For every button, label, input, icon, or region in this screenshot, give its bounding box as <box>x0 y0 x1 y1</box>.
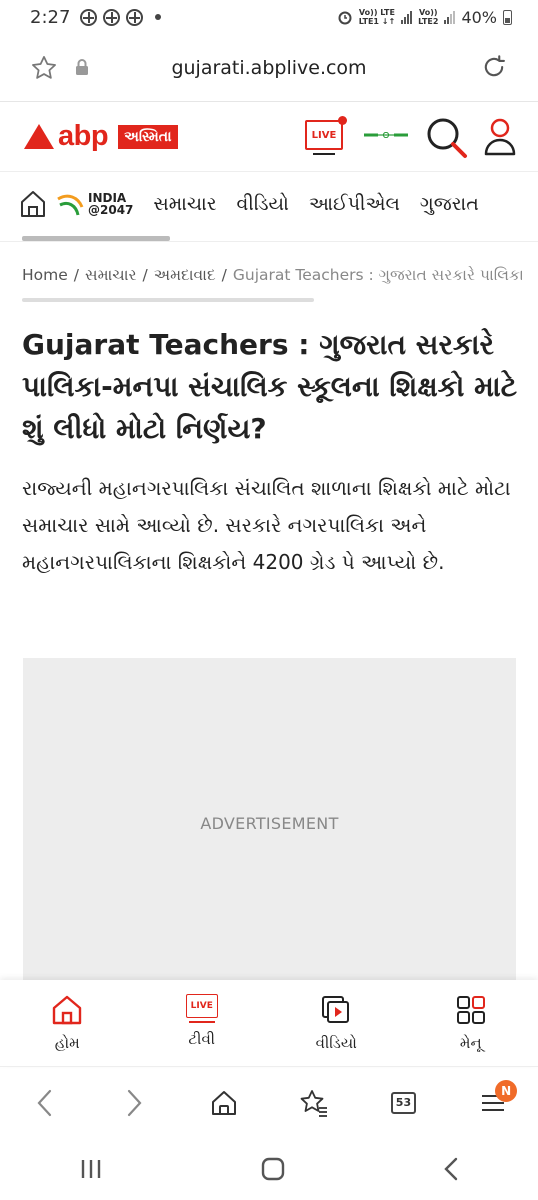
live-tv-icon: LIVE <box>185 994 218 1023</box>
live-tv-button[interactable]: LIVE <box>305 116 347 155</box>
breadcrumb-scroll-indicator <box>22 298 314 302</box>
system-navigation-bar <box>0 1138 538 1200</box>
bookmark-star-icon <box>300 1089 327 1117</box>
lock-icon[interactable] <box>74 58 90 76</box>
reload-icon[interactable] <box>480 53 508 81</box>
breadcrumb-current: Gujarat Teachers : ગુજરાત સરકારે પાલિકા <box>232 266 522 284</box>
signal-icon <box>444 10 456 24</box>
nav-item-ipl[interactable]: આઈપીએલ <box>309 193 400 215</box>
system-back-icon[interactable] <box>443 1157 459 1181</box>
url-text[interactable]: gujarati.abplive.com <box>171 57 366 79</box>
article-summary: રાજ્યની મહાનગરપાલિકા સંચાલિત શાળાના શિક્… <box>22 476 511 574</box>
network-lte1: Vo)) LTE LTE1 ↓↑ <box>358 8 396 26</box>
alarm-icon <box>338 11 352 25</box>
browser-toolbar: 53 N <box>0 1066 538 1138</box>
status-time: 2:27 <box>30 6 71 28</box>
browser-home-button[interactable] <box>194 1078 254 1128</box>
advertisement-slot[interactable]: ADVERTISEMENT <box>23 658 516 988</box>
nav-scroll-indicator <box>22 236 170 241</box>
app-bottom-nav: હોમ LIVE ટીવી વીડિયો મેનૂ <box>0 980 538 1066</box>
battery-percent: 40% <box>461 7 497 27</box>
home-icon <box>53 995 82 1025</box>
category-nav: INDIA @2047 સમાચાર વીડિયો આઈપીએલ ગુજરાત <box>0 172 538 242</box>
site-header: abp અસ્મિતા LIVE <box>0 102 538 172</box>
tabs-button[interactable]: 53 <box>373 1078 433 1128</box>
article-headline: Gujarat Teachers : ગુજરાત સરકારે પાલિકા-… <box>22 328 518 445</box>
notification-icon <box>80 8 98 26</box>
chevron-left-icon <box>37 1089 51 1116</box>
user-icon[interactable] <box>482 116 518 158</box>
battery-icon <box>503 9 512 25</box>
recent-apps-icon[interactable] <box>79 1158 103 1180</box>
menu-notification-badge: N <box>495 1079 518 1102</box>
nav-item-gujarat[interactable]: ગુજરાત <box>420 193 479 215</box>
chevron-right-icon <box>128 1089 142 1116</box>
tabs-count: 53 <box>390 1091 416 1114</box>
forward-button[interactable] <box>104 1078 164 1128</box>
home-icon[interactable] <box>20 190 46 218</box>
signal-icon <box>401 10 413 24</box>
grid-menu-icon <box>456 996 485 1024</box>
abp-logo[interactable]: abp અસ્મિતા <box>24 120 178 153</box>
address-bar[interactable]: gujarati.abplive.com <box>0 34 538 102</box>
status-bar: 2:27 Vo)) LTE LTE1 ↓↑ Vo)) LTE2 40% <box>0 0 538 34</box>
bookmarks-button[interactable] <box>284 1078 344 1128</box>
app-nav-video[interactable]: વીડિયો <box>281 994 391 1052</box>
breadcrumb-samachar[interactable]: સમાચાર <box>85 266 137 284</box>
app-nav-tv[interactable]: LIVE ટીવી <box>147 994 257 1048</box>
more-notifications-icon <box>155 14 162 20</box>
browser-menu-button[interactable]: N <box>463 1078 523 1128</box>
app-nav-home[interactable]: હોમ <box>12 994 122 1052</box>
india-2047-link[interactable]: INDIA @2047 <box>56 189 133 219</box>
video-icon <box>322 996 350 1023</box>
tricolor-flag-icon[interactable] <box>364 132 408 138</box>
network-lte2: Vo)) LTE2 <box>418 8 439 26</box>
nav-item-samachar[interactable]: સમાચાર <box>153 193 216 215</box>
back-button[interactable] <box>15 1078 75 1128</box>
system-home-icon[interactable] <box>261 1157 285 1181</box>
notification-icon <box>126 8 144 26</box>
abp-logo-mark <box>24 124 54 149</box>
home-icon <box>212 1090 237 1115</box>
asmita-badge: અસ્મિતા <box>118 124 178 149</box>
nav-item-video[interactable]: વીડિયો <box>237 193 289 215</box>
breadcrumb-home[interactable]: Home <box>22 266 68 284</box>
app-nav-menu[interactable]: મેનૂ <box>416 994 526 1052</box>
notification-icon <box>103 8 121 26</box>
breadcrumb: Home / સમાચાર / અમદાવાદ / Gujarat Teachers : ગ… <box>22 266 522 284</box>
search-icon[interactable] <box>425 116 469 160</box>
india-2047-swoosh-icon <box>57 194 84 216</box>
breadcrumb-ahmedabad[interactable]: અમદાવાદ <box>154 266 216 284</box>
advertisement-label: ADVERTISEMENT <box>200 813 339 833</box>
bookmark-star-icon[interactable] <box>30 54 58 82</box>
